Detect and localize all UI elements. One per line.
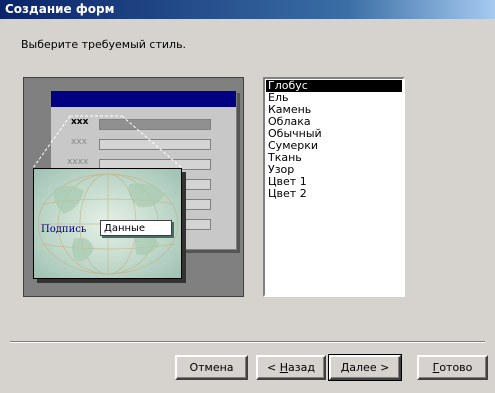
preview-zoom-panel: Подпись Данные [33, 168, 182, 279]
next-button-accelerator: Д [340, 361, 350, 374]
button-separator [10, 341, 485, 343]
back-button-prefix: < [267, 361, 280, 374]
next-button[interactable]: Далее > [328, 354, 402, 381]
back-button-label: азад [288, 361, 315, 374]
preview-caption-label: Подпись [41, 224, 87, 235]
window-title: Создание форм [0, 0, 495, 19]
next-button-label: алее > [349, 361, 390, 374]
finish-button-label: отово [439, 361, 473, 374]
instruction-text: Выберите требуемый стиль. [21, 38, 187, 51]
preview-data-field: Данные [100, 220, 172, 236]
style-listbox[interactable]: Глобус Ель Камень Облака Обычный Сумерки… [263, 77, 405, 297]
cancel-button[interactable]: Отмена [175, 355, 248, 380]
back-button[interactable]: < Назад [256, 355, 326, 380]
style-preview: xxx xxx xxxx Подпись Данные [23, 77, 244, 297]
back-button-accelerator: Н [279, 361, 289, 374]
finish-button[interactable]: Готово [417, 355, 488, 380]
style-item-color2[interactable]: Цвет 2 [266, 188, 402, 200]
